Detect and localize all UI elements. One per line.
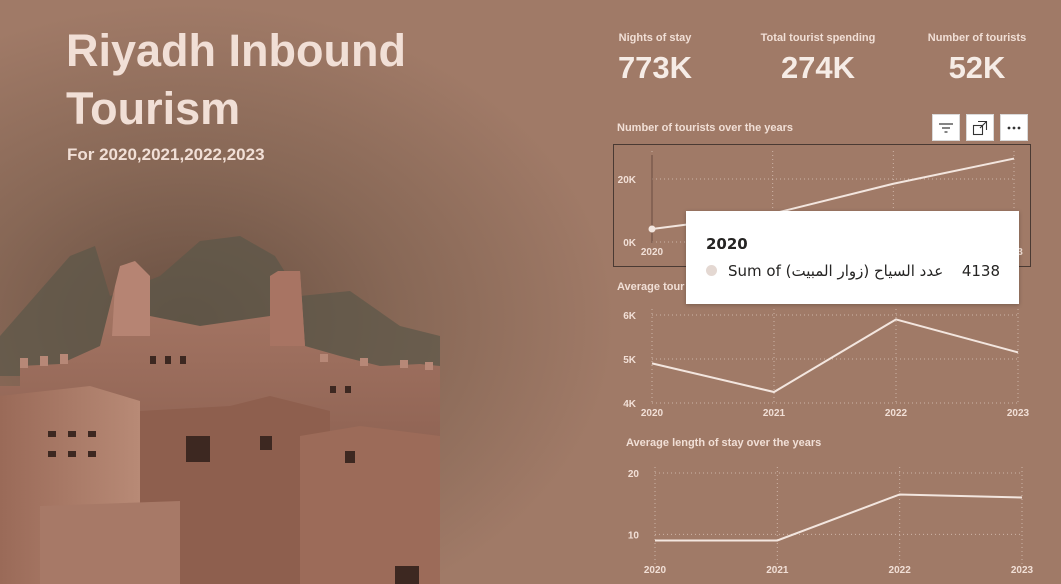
series-line[interactable]	[651, 318, 1019, 394]
title-line-2: Tourism	[66, 83, 241, 134]
series-line[interactable]	[655, 493, 1023, 542]
chart-title-average-tour: Average tour	[617, 281, 685, 293]
kpi-total-tourist-spending[interactable]: Total tourist spending 274K	[743, 32, 893, 86]
y-tick-label: 10	[628, 530, 640, 541]
title-line-1: Riyadh Inbound	[66, 25, 406, 76]
kpi-value: 274K	[780, 50, 856, 85]
historic-building-image	[0, 236, 440, 584]
page-subtitle: For 2020,2021,2022,2023	[67, 145, 265, 164]
y-tick-label: 4K	[623, 399, 637, 410]
focus-mode-icon	[972, 120, 988, 135]
chart-title-average-length-of-stay: Average length of stay over the years	[626, 437, 822, 449]
kpi-value: 52K	[948, 50, 1006, 85]
chart-svg: 4K 5K 6K 2020 2021 2022 2023	[623, 309, 1030, 419]
focus-mode-button[interactable]	[966, 114, 994, 141]
y-tick-label: 20K	[618, 175, 637, 186]
filter-icon	[939, 122, 953, 133]
kpi-value: 773K	[617, 50, 693, 85]
x-tick-label: 2020	[641, 247, 664, 258]
chart-average-tour[interactable]: 4K 5K 6K 2020 2021 2022 2023	[614, 300, 1034, 424]
kpi-nights-of-stay[interactable]: Nights of stay 773K	[580, 32, 730, 86]
x-tick-label: 2021	[763, 408, 786, 419]
y-tick-label: 0K	[623, 238, 637, 249]
page-title: Riyadh Inbound Tourism	[66, 22, 406, 138]
y-tick-label: 6K	[623, 311, 637, 322]
more-options-icon	[1007, 126, 1021, 129]
x-tick-label: 2023	[1011, 565, 1034, 576]
x-tick-label: 2022	[885, 408, 908, 419]
x-tick-label: 2021	[766, 565, 789, 576]
tooltip-label: Sum of عدد السياح (زوار المبيت)	[728, 262, 944, 280]
y-tick-label: 20	[628, 469, 640, 480]
y-tick-label: 5K	[623, 355, 637, 366]
kpi-label: Total tourist spending	[760, 32, 876, 44]
x-tick-label: 2020	[641, 408, 664, 419]
kpi-label: Number of tourists	[927, 32, 1027, 44]
tooltip-year: 2020	[706, 235, 748, 253]
chart-svg: 10202020 2021 2022 2023	[628, 467, 1034, 576]
x-tick-label: 2020	[644, 565, 667, 576]
tooltip-series-dot	[706, 265, 717, 276]
tooltip-value: 4138	[961, 262, 1000, 280]
x-tick-label: 2023	[1007, 408, 1030, 419]
chart-tooltip: 2020 Sum of عدد السياح (زوار المبيت) 413…	[686, 211, 1019, 304]
chart-average-length-of-stay[interactable]: 10 20 2020 2021 2022 2023	[614, 458, 1034, 580]
x-tick-label: 2022	[889, 565, 912, 576]
filter-button[interactable]	[932, 114, 960, 141]
kpi-label: Nights of stay	[618, 32, 692, 44]
highlight-point[interactable]	[648, 225, 656, 233]
more-options-button[interactable]	[1000, 114, 1028, 141]
chart-title-tourists: Number of tourists over the years	[617, 122, 794, 134]
kpi-number-of-tourists[interactable]: Number of tourists 52K	[902, 32, 1052, 86]
